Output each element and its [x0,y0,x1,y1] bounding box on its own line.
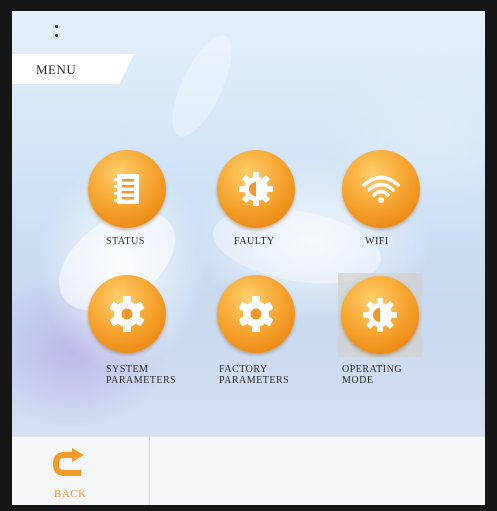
label-line: MODE [342,375,374,386]
half-gear-icon [239,172,273,206]
back-button[interactable]: BACK [12,437,150,505]
back-arrow-icon [52,448,84,476]
system-parameters-button[interactable] [88,275,166,353]
gear-icon [238,296,274,332]
wifi-label: WIFI [365,236,389,247]
background-petal [160,27,244,145]
label-line: FACTORY [219,364,268,375]
bottom-bar: BACK [12,436,485,505]
wifi-icon [362,175,400,203]
label-line: PARAMETERS [106,375,177,386]
status-button[interactable] [88,150,166,228]
label-line: PARAMETERS [219,375,290,386]
notebook-icon [114,174,139,204]
faulty-button[interactable] [217,150,295,228]
operating-mode-button[interactable] [341,276,419,354]
gear-icon [109,296,145,332]
page-title: MENU [36,62,77,77]
wifi-button[interactable] [342,150,420,228]
status-dots [55,25,59,43]
label-line: OPERATING [342,364,403,375]
factory-parameters-label: FACTORY PARAMETERS [219,364,289,386]
faulty-label: FAULTY [234,236,275,247]
status-label: STATUS [106,236,145,247]
operating-mode-label: OPERATING MODE [342,364,402,386]
factory-parameters-button[interactable] [217,275,295,353]
half-gear-icon [363,298,397,332]
screen: MENU STATUS FAULTY WIFI SYSTEM PARAMETER… [12,11,485,505]
label-line: SYSTEM [106,364,149,375]
system-parameters-label: SYSTEM PARAMETERS [106,364,176,386]
back-label: BACK [54,488,87,500]
